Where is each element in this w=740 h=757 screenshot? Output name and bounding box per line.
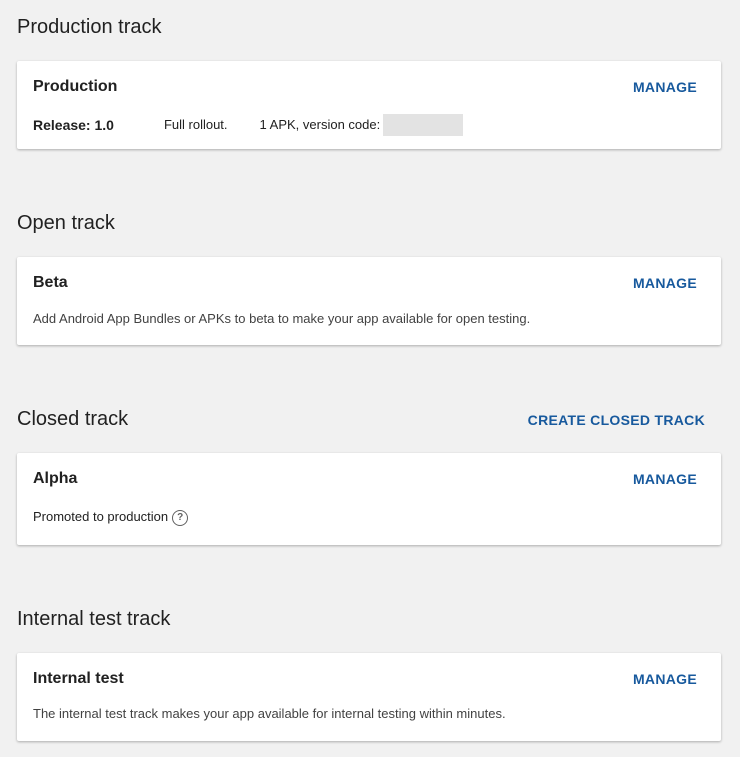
production-track-title: Production track [17, 16, 162, 38]
closed-track-title: Closed track [17, 408, 129, 430]
alpha-status: Promoted to production [33, 509, 169, 524]
beta-description: Add Android App Bundles or APKs to beta … [33, 311, 531, 326]
beta-manage-button[interactable]: MANAGE [633, 274, 697, 292]
internal-track-title: Internal test track [17, 608, 171, 630]
internal-test-card: Internal test MANAGE The internal test t… [17, 653, 721, 741]
beta-card: Beta MANAGE Add Android App Bundles or A… [17, 257, 721, 345]
internal-test-card-title: Internal test [33, 670, 124, 687]
rollout-status: Full rollout. [163, 117, 228, 132]
production-release-row: Release: 1.0 Full rollout. 1 APK, versio… [33, 114, 464, 136]
production-card: Production MANAGE Release: 1.0 Full roll… [17, 61, 721, 149]
production-manage-button[interactable]: MANAGE [633, 78, 697, 96]
alpha-card-title: Alpha [33, 470, 78, 487]
alpha-status-row: Promoted to production? [33, 508, 189, 526]
create-closed-track-button[interactable]: CREATE CLOSED TRACK [528, 411, 705, 429]
apk-info: 1 APK, version code: [259, 117, 381, 132]
open-track-title: Open track [17, 212, 115, 234]
alpha-card: Alpha MANAGE Promoted to production? [17, 453, 721, 545]
alpha-manage-button[interactable]: MANAGE [633, 470, 697, 488]
internal-test-description: The internal test track makes your app a… [33, 706, 506, 721]
help-icon[interactable]: ? [172, 509, 189, 526]
release-label: Release: 1.0 [33, 117, 114, 133]
production-card-title: Production [33, 78, 118, 95]
beta-card-title: Beta [33, 274, 68, 291]
internal-test-manage-button[interactable]: MANAGE [633, 670, 697, 688]
redacted-version-code [383, 114, 464, 136]
